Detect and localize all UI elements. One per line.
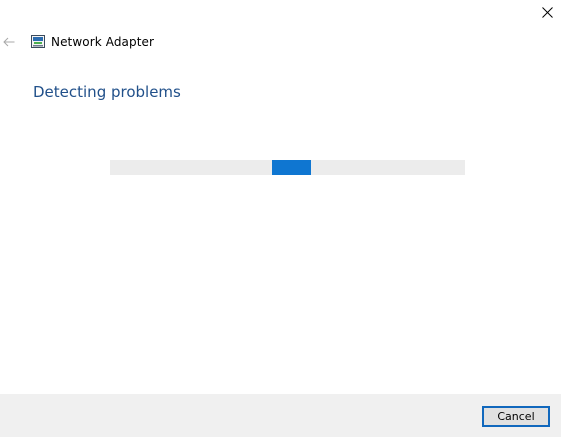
progress-bar — [110, 160, 465, 175]
window-title: Network Adapter — [51, 35, 155, 49]
troubleshooter-window: Network Adapter Detecting problems Cance… — [0, 0, 561, 437]
close-button[interactable] — [534, 0, 561, 25]
close-icon — [542, 7, 553, 18]
back-button[interactable] — [0, 32, 18, 52]
progress-indicator — [272, 160, 311, 175]
cancel-button-label: Cancel — [497, 410, 535, 423]
page-heading: Detecting problems — [33, 83, 181, 101]
network-adapter-icon — [31, 35, 45, 48]
footer-bar: Cancel — [0, 394, 561, 437]
cancel-button[interactable]: Cancel — [482, 406, 550, 427]
back-arrow-icon — [3, 37, 15, 47]
